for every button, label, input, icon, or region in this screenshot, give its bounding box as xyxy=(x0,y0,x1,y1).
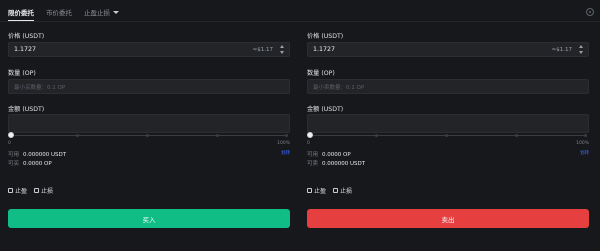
sell-amount-input[interactable] xyxy=(307,114,589,133)
buy-tpsl-options: 止盈 止损 xyxy=(8,186,53,195)
slider-handle[interactable] xyxy=(307,132,313,138)
slider-min-label: 0 xyxy=(307,141,310,146)
buy-stop-loss-checkbox[interactable]: 止损 xyxy=(34,186,53,195)
sell-qty-placeholder: 最小卖数量：0.1 OP xyxy=(313,85,365,91)
sell-button[interactable]: 卖出 xyxy=(307,209,589,228)
sell-max-label: 可卖 xyxy=(307,161,319,167)
buy-price-input[interactable]: 1.1727 ≈$1.17 xyxy=(8,42,290,57)
checkbox-icon[interactable] xyxy=(307,188,312,193)
slider-mark-100[interactable] xyxy=(285,133,288,137)
sell-max-value: 0.000000 USDT xyxy=(322,161,366,167)
buy-price-stepper[interactable] xyxy=(279,44,286,55)
slider-handle[interactable] xyxy=(8,132,14,138)
buy-take-profit-checkbox[interactable]: 止盈 xyxy=(8,186,27,195)
buy-button[interactable]: 买入 xyxy=(8,209,290,228)
checkbox-icon[interactable] xyxy=(333,188,339,193)
tab-limit-order[interactable]: 限价委托 xyxy=(8,7,34,17)
sell-stop-loss-label: 止损 xyxy=(340,188,353,195)
buy-available: 可用 0.000000 USDT xyxy=(8,150,66,158)
stepper-down-icon[interactable] xyxy=(579,51,583,54)
buy-available-value: 0.000000 USDT xyxy=(23,152,67,158)
slider-track xyxy=(310,135,586,136)
stepper-up-icon[interactable] xyxy=(579,45,583,48)
sell-amount-label: 金额 (USDT) xyxy=(307,106,344,113)
buy-available-label: 可用 xyxy=(8,152,20,158)
chevron-down-icon xyxy=(113,10,119,14)
slider-min-label: 0 xyxy=(8,141,11,146)
buy-max-value: 0.0000 OP xyxy=(23,161,52,167)
sell-qty-label: 数量 (OP) xyxy=(307,70,335,77)
slider-mark-75[interactable] xyxy=(216,133,219,137)
slider-max-label: 100% xyxy=(576,141,589,146)
checkbox-icon[interactable] xyxy=(34,188,40,193)
sell-available: 可用 0.0000 OP xyxy=(307,150,351,158)
slider-mark-50[interactable] xyxy=(146,133,149,137)
buy-panel: 价格 (USDT) 1.1727 ≈$1.17 数量 (OP) 最小买数量：0.… xyxy=(6,22,290,247)
sell-take-profit-checkbox[interactable]: 止盈 xyxy=(307,186,326,195)
sell-available-value: 0.0000 OP xyxy=(322,152,351,158)
stepper-down-icon[interactable] xyxy=(280,51,284,54)
sell-button-label: 卖出 xyxy=(441,215,455,224)
sell-available-label: 可用 xyxy=(307,152,319,158)
buy-max: 可买 0.0000 OP xyxy=(8,159,52,167)
tab-stop-order[interactable]: 止盈止损 xyxy=(84,7,119,17)
tab-market-order[interactable]: 市价委托 xyxy=(46,7,72,17)
buy-price-approx: ≈$1.17 xyxy=(252,46,273,53)
buy-percent-slider[interactable] xyxy=(8,132,290,140)
slider-track xyxy=(11,135,287,136)
slider-mark-100[interactable] xyxy=(584,133,587,137)
slider-mark-75[interactable] xyxy=(515,133,518,137)
sell-price-value: 1.1727 xyxy=(313,46,336,53)
sell-stop-loss-checkbox[interactable]: 止损 xyxy=(333,186,352,195)
buy-amount-input[interactable] xyxy=(8,114,290,133)
slider-mark-50[interactable] xyxy=(445,133,448,137)
settings-icon[interactable] xyxy=(586,8,594,16)
slider-mark-25[interactable] xyxy=(76,133,79,137)
sell-tpsl-options: 止盈 止损 xyxy=(307,186,352,195)
buy-button-label: 买入 xyxy=(142,215,156,224)
sell-price-label: 价格 (USDT) xyxy=(307,33,344,40)
order-type-tabs: 限价委托 市价委托 止盈止损 xyxy=(8,5,119,19)
buy-amount-label: 金额 (USDT) xyxy=(8,106,45,113)
sell-qty-input[interactable]: 最小卖数量：0.1 OP xyxy=(307,79,589,94)
sell-price-stepper[interactable] xyxy=(578,44,585,55)
sell-max: 可卖 0.000000 USDT xyxy=(307,159,365,167)
buy-qty-input[interactable]: 最小买数量：0.1 OP xyxy=(8,79,290,94)
buy-qty-label: 数量 (OP) xyxy=(8,70,36,77)
buy-price-label: 价格 (USDT) xyxy=(8,33,45,40)
sell-take-profit-label: 止盈 xyxy=(314,188,327,195)
buy-qty-placeholder: 最小买数量：0.1 OP xyxy=(14,85,66,91)
slider-max-label: 100% xyxy=(277,141,290,146)
buy-max-label: 可买 xyxy=(8,161,20,167)
sell-transfer-link[interactable]: 划转 xyxy=(580,150,589,156)
sell-panel: 价格 (USDT) 1.1727 ≈$1.17 数量 (OP) 最小卖数量：0.… xyxy=(305,22,589,247)
buy-price-value: 1.1727 xyxy=(14,46,37,53)
stepper-up-icon[interactable] xyxy=(280,45,284,48)
tab-stop-order-label: 止盈止损 xyxy=(84,9,110,17)
buy-take-profit-label: 止盈 xyxy=(15,188,28,195)
sell-price-approx: ≈$1.17 xyxy=(551,46,572,53)
sell-price-input[interactable]: 1.1727 ≈$1.17 xyxy=(307,42,589,57)
checkbox-icon[interactable] xyxy=(8,188,13,193)
buy-transfer-link[interactable]: 划转 xyxy=(281,150,290,156)
buy-stop-loss-label: 止损 xyxy=(41,188,54,195)
sell-percent-slider[interactable] xyxy=(307,132,589,140)
slider-mark-25[interactable] xyxy=(375,133,378,137)
